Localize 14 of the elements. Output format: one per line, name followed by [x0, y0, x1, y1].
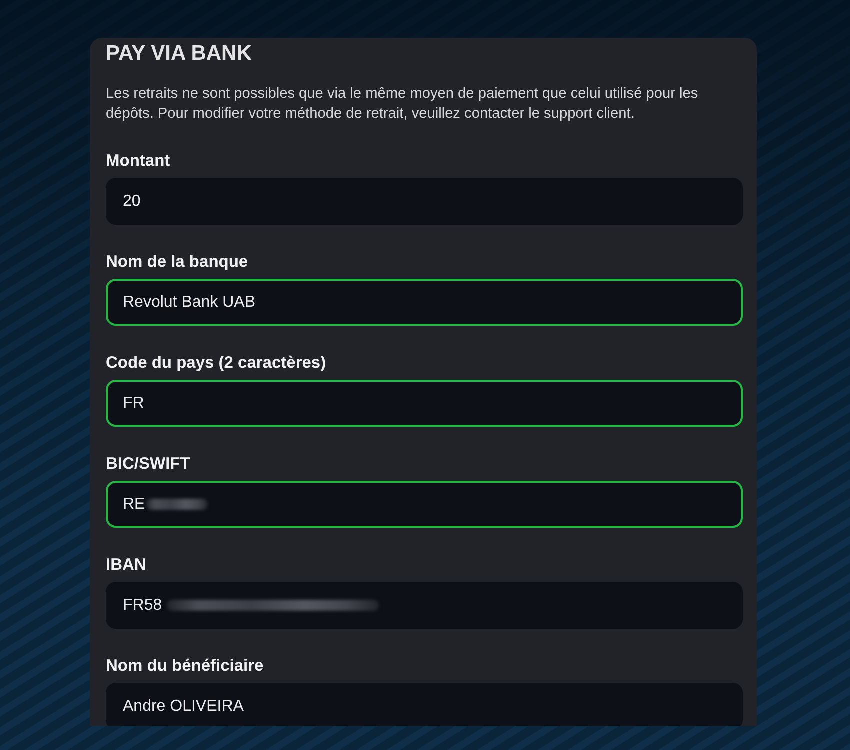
- field-label: IBAN: [106, 555, 146, 576]
- input-field[interactable]: Andre OLIVEIRA: [106, 683, 743, 726]
- field-label: Nom de la banque: [106, 252, 248, 273]
- field-label: Code du pays (2 caractères): [106, 353, 326, 374]
- input-field[interactable]: FR58: [106, 582, 743, 629]
- field-label: BIC/SWIFT: [106, 454, 190, 475]
- input-field[interactable]: RE: [106, 481, 743, 528]
- input-field[interactable]: FR: [106, 380, 743, 427]
- form-title: PAY VIA BANK: [106, 41, 252, 67]
- notice-text: Les retraits ne sont possibles que via le même moyen de paiement que celui utilisé pour les dépôts. Pour modifier votre méthode de retrait, veuillez contacter le support client.: [106, 85, 700, 124]
- field-label: Montant: [106, 151, 170, 172]
- input-field[interactable]: 20: [106, 178, 743, 225]
- field-label: Nom du bénéficiaire: [106, 656, 264, 677]
- input-field[interactable]: Revolut Bank UAB: [106, 279, 743, 326]
